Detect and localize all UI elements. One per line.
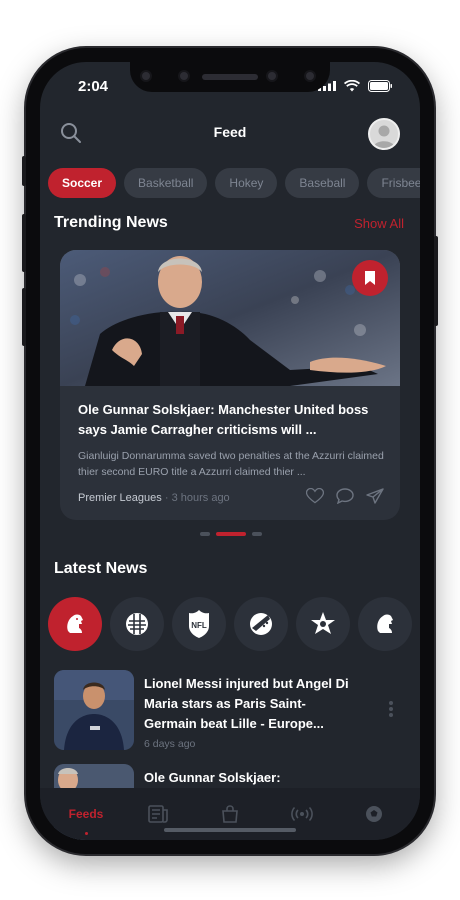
premier-league-lion-icon bbox=[377, 614, 393, 633]
bookmark-button[interactable] bbox=[352, 260, 388, 296]
la-liga-icon bbox=[311, 612, 335, 634]
more-options-icon[interactable] bbox=[388, 700, 394, 718]
live-broadcast-icon bbox=[291, 806, 313, 822]
premier-league-lion-icon bbox=[67, 614, 83, 633]
league-premier-league[interactable] bbox=[48, 597, 102, 651]
tab-frisbees[interactable]: Frisbees bbox=[367, 168, 420, 198]
carousel-dot[interactable] bbox=[252, 532, 262, 536]
user-icon bbox=[373, 125, 395, 148]
league-filter: NFL bbox=[48, 597, 412, 651]
avatar[interactable] bbox=[368, 118, 400, 150]
news-time: 6 days ago bbox=[144, 738, 196, 750]
nav-shop[interactable] bbox=[206, 799, 254, 829]
bookmark-icon bbox=[365, 271, 375, 285]
shopping-bag-icon bbox=[222, 805, 238, 823]
trending-news-image bbox=[60, 250, 400, 386]
bottom-navigation: Feeds bbox=[40, 788, 420, 840]
league-serie-a[interactable] bbox=[110, 597, 164, 651]
status-icons bbox=[318, 80, 392, 92]
tab-hokey[interactable]: Hokey bbox=[215, 168, 278, 198]
app-screen: 2:04 Feed Soccer Basketball Hokey Baseba… bbox=[40, 62, 420, 840]
league-mls[interactable] bbox=[234, 597, 288, 651]
carousel-dot[interactable] bbox=[200, 532, 210, 536]
league-nfl[interactable]: NFL bbox=[172, 597, 226, 651]
battery-icon bbox=[368, 80, 392, 92]
nav-news[interactable] bbox=[134, 799, 182, 829]
ball-logo-icon bbox=[126, 613, 148, 635]
news-headline[interactable]: Lionel Messi injured but Angel Di Maria … bbox=[144, 674, 354, 734]
status-time: 2:04 bbox=[78, 78, 109, 95]
league-la-liga[interactable] bbox=[296, 597, 350, 651]
player-photo bbox=[54, 670, 134, 750]
trending-news-headline[interactable]: Ole Gunnar Solskjaer: Manchester United … bbox=[78, 400, 384, 440]
nav-feeds-label: Feeds bbox=[68, 807, 104, 821]
tab-baseball[interactable]: Baseball bbox=[285, 168, 360, 198]
mute-switch bbox=[22, 156, 26, 186]
notch bbox=[130, 62, 330, 92]
trending-news-source: Premier Leagues · 3 hours ago bbox=[78, 492, 230, 504]
heart-icon[interactable] bbox=[306, 488, 324, 504]
card-actions bbox=[306, 488, 384, 504]
mls-crest-icon bbox=[250, 613, 272, 635]
league-premier-league-alt[interactable] bbox=[358, 597, 412, 651]
tab-basketball[interactable]: Basketball bbox=[124, 168, 208, 198]
page-title: Feed bbox=[213, 124, 247, 140]
volume-down-button bbox=[22, 288, 26, 346]
nav-feeds[interactable]: Feeds bbox=[62, 799, 110, 835]
news-photo bbox=[60, 250, 400, 386]
share-icon[interactable] bbox=[366, 488, 384, 504]
nfl-shield-icon: NFL bbox=[189, 610, 209, 638]
home-indicator[interactable] bbox=[164, 828, 296, 832]
tab-soccer[interactable]: Soccer bbox=[48, 168, 117, 198]
wifi-icon bbox=[344, 80, 360, 92]
nav-live[interactable] bbox=[278, 799, 326, 829]
trending-news-time: 3 hours ago bbox=[171, 492, 230, 504]
source-name: Premier Leagues bbox=[78, 492, 162, 504]
list-item[interactable]: Lionel Messi injured but Angel Di Maria … bbox=[54, 670, 394, 750]
nav-sports[interactable] bbox=[350, 799, 398, 829]
newspaper-icon bbox=[148, 805, 168, 823]
comment-icon[interactable] bbox=[336, 488, 354, 504]
power-button bbox=[434, 236, 438, 326]
latest-news-heading: Latest News bbox=[54, 560, 148, 577]
active-indicator bbox=[84, 832, 88, 835]
news-thumbnail bbox=[54, 670, 134, 750]
trending-news-heading: Trending News bbox=[54, 214, 168, 231]
carousel-dot-active[interactable] bbox=[216, 532, 246, 536]
volume-up-button bbox=[22, 214, 26, 272]
trending-news-card[interactable]: Ole Gunnar Solskjaer: Manchester United … bbox=[60, 250, 400, 520]
trending-news-excerpt: Gianluigi Donnarumma saved two penalties… bbox=[78, 450, 384, 478]
show-all-link[interactable]: Show All bbox=[354, 216, 404, 231]
carousel-indicator bbox=[200, 532, 262, 536]
soccer-ball-icon bbox=[366, 806, 382, 822]
meta-separator: · bbox=[164, 492, 169, 504]
category-tabs: Soccer Basketball Hokey Baseball Frisbee… bbox=[48, 168, 420, 198]
svg-text:NFL: NFL bbox=[191, 621, 207, 630]
